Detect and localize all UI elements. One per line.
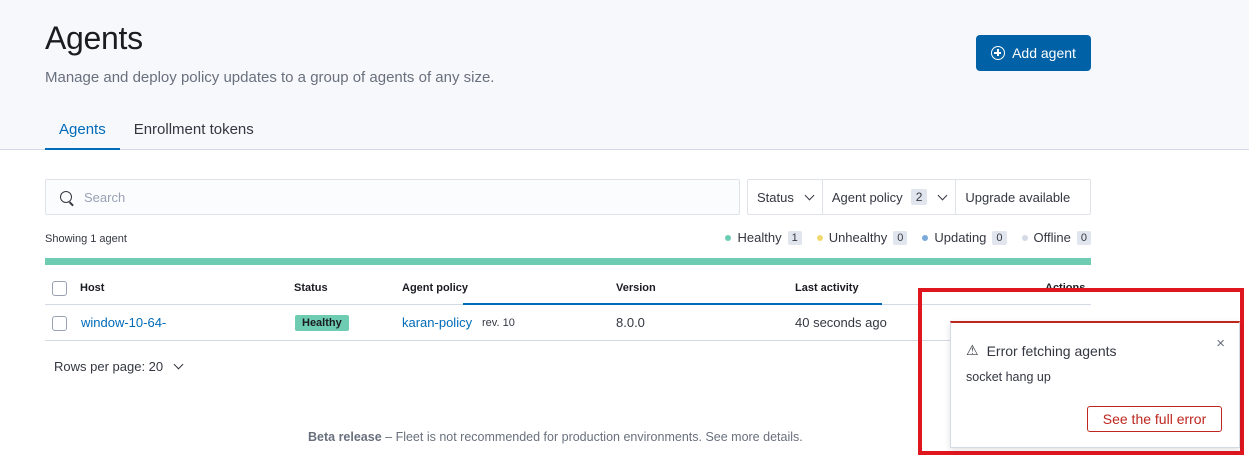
add-agent-button[interactable]: Add agent — [976, 35, 1091, 71]
legend-count: 0 — [1076, 230, 1091, 245]
legend-unhealthy: Unhealthy 0 — [816, 230, 908, 245]
legend-label: Offline — [1033, 230, 1071, 245]
column-status[interactable]: Status — [294, 282, 328, 294]
chevron-down-icon — [937, 190, 948, 200]
policy-revision: rev. 10 — [482, 317, 515, 329]
legend-label: Updating — [934, 230, 987, 245]
status-filter-label: Status — [757, 189, 794, 205]
status-badge: Healthy — [295, 315, 349, 331]
toast-title: Error fetching agents — [986, 342, 1117, 359]
chevron-down-icon — [173, 359, 184, 370]
healthy-dot-icon — [725, 234, 732, 241]
column-host[interactable]: Host — [80, 282, 104, 294]
agent-policy-count-badge: 2 — [910, 189, 928, 205]
status-legend: Healthy 1 Unhealthy 0 Updating 0 Offline… — [725, 230, 1091, 245]
search-placeholder: Search — [84, 189, 126, 205]
last-activity: 40 seconds ago — [795, 315, 887, 330]
host-link[interactable]: window-10-64- — [81, 315, 166, 330]
legend-label: Unhealthy — [828, 230, 888, 245]
legend-count: 1 — [787, 230, 802, 245]
toast-body: socket hang up — [966, 370, 1051, 384]
plus-circle-icon — [991, 46, 1006, 60]
search-input[interactable]: Search — [45, 179, 740, 215]
agent-policy-link[interactable]: karan-policy — [402, 315, 472, 330]
legend-updating: Updating 0 — [922, 230, 1007, 245]
row-checkbox[interactable] — [52, 316, 67, 331]
tab-enrollment-tokens[interactable]: Enrollment tokens — [120, 108, 268, 150]
beta-release-text: – Fleet is not recommended for productio… — [381, 430, 803, 444]
legend-label: Healthy — [737, 230, 782, 245]
agent-version: 8.0.0 — [616, 315, 645, 330]
legend-offline: Offline 0 — [1021, 230, 1091, 245]
legend-count: 0 — [992, 230, 1007, 245]
column-agent-policy[interactable]: Agent policy — [402, 282, 468, 294]
chevron-down-icon — [804, 190, 815, 200]
agent-policy-filter-label: Agent policy — [831, 189, 903, 205]
unhealthy-dot-icon — [816, 234, 823, 241]
upgrade-available-label: Upgrade available — [965, 189, 1071, 205]
column-version[interactable]: Version — [616, 282, 656, 294]
legend-count: 0 — [893, 230, 908, 245]
agent-policy-filter[interactable]: Agent policy 2 — [823, 180, 957, 214]
filter-group: Status Agent policy 2 Upgrade available — [747, 179, 1091, 215]
search-icon — [60, 191, 72, 203]
beta-release-label: Beta release — [308, 430, 382, 444]
updating-dot-icon — [922, 234, 929, 241]
status-filter[interactable]: Status — [748, 180, 823, 214]
warning-icon: ⚠ — [966, 342, 979, 358]
health-status-bar — [45, 258, 1091, 265]
tab-bar: Agents Enrollment tokens — [45, 108, 268, 150]
page-description: Manage and deploy policy updates to a gr… — [45, 69, 495, 86]
offline-dot-icon — [1021, 234, 1028, 241]
column-last-activity[interactable]: Last activity — [795, 282, 859, 294]
add-agent-label: Add agent — [1012, 45, 1076, 61]
close-icon[interactable]: × — [1216, 335, 1225, 352]
see-full-error-button[interactable]: See the full error — [1087, 406, 1222, 432]
rows-per-page-select[interactable]: Rows per page: 20 — [54, 359, 184, 374]
legend-healthy: Healthy 1 — [725, 230, 802, 245]
showing-count: Showing 1 agent — [45, 233, 127, 245]
tab-agents[interactable]: Agents — [45, 108, 120, 150]
page-header: Agents Manage and deploy policy updates … — [0, 0, 1249, 150]
footer-text-wrap: Beta release – Fleet is not recommended … — [308, 430, 803, 444]
upgrade-available-filter[interactable]: Upgrade available — [956, 180, 1079, 214]
page-title: Agents — [45, 20, 143, 56]
rows-per-page-label: Rows per page: 20 — [54, 359, 164, 374]
select-all-checkbox[interactable] — [52, 281, 67, 296]
error-toast: ⚠ Error fetching agents × socket hang up… — [950, 321, 1240, 448]
toast-title-row: ⚠ Error fetching agents — [966, 342, 1117, 359]
